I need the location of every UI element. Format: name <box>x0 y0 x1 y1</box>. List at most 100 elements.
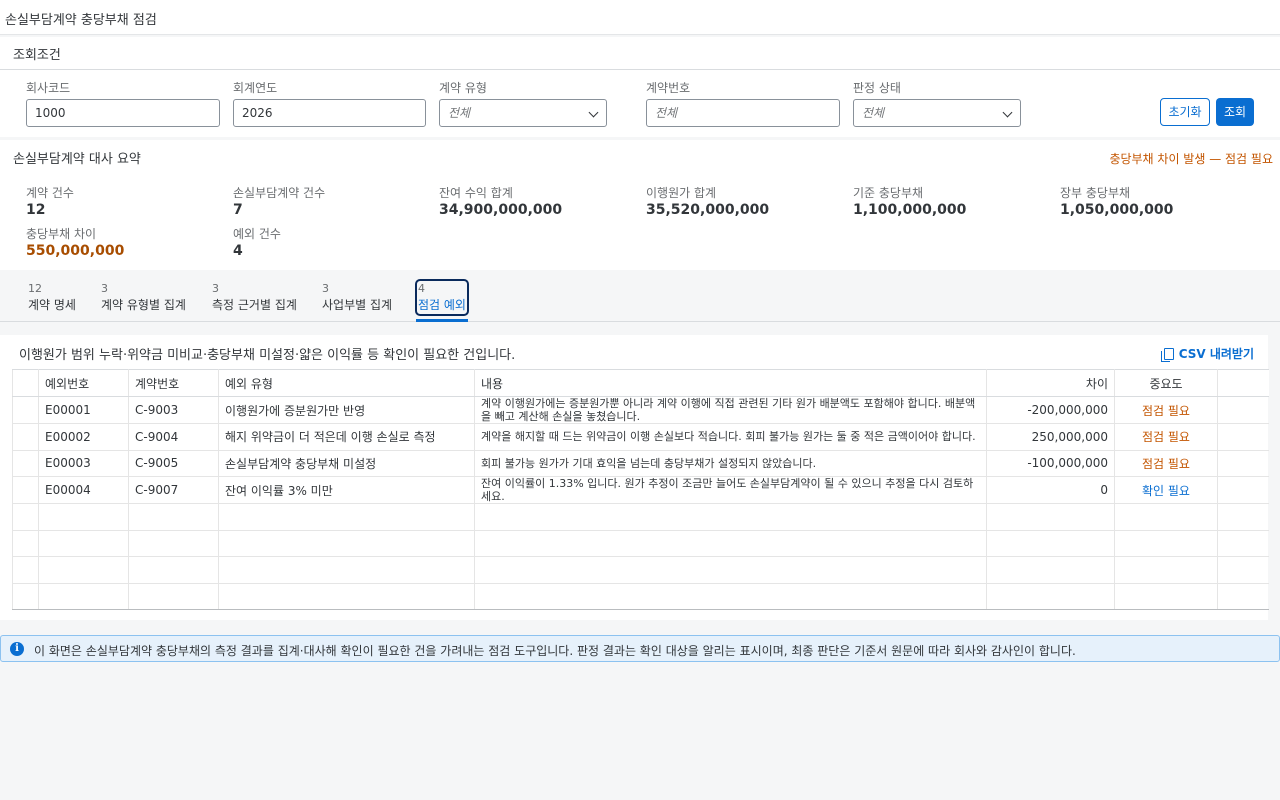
column-header[interactable]: 예외 유형 <box>218 369 475 397</box>
filler-cell <box>1217 503 1269 531</box>
detail-cell: 잔여 이익률이 1.33% 입니다. 원가 추정이 조금만 늘어도 손실부담계약… <box>474 476 987 504</box>
kpi-label: 손실부담계약 건수 <box>233 186 326 200</box>
row-selector <box>12 503 39 531</box>
tab-exceptions[interactable]: 4 점검 예외 <box>415 279 469 316</box>
filter-panel: 조회조건 회사코드 1000 회계연도 2026 계약 유형 전체 계약번호 전… <box>0 37 1280 137</box>
empty-cell <box>218 556 475 584</box>
kpi-value: 35,520,000,000 <box>646 202 770 218</box>
tab-count: 3 <box>322 282 329 295</box>
info-message-text: 이 화면은 손실부담계약 충당부채의 측정 결과를 집계·대사해 확인이 필요한… <box>34 644 1076 658</box>
exception-type-cell: 잔여 이익률 3% 미만 <box>218 476 475 504</box>
empty-cell <box>474 529 987 557</box>
contract-no-input[interactable]: 전체 <box>646 99 840 127</box>
empty-cell <box>474 503 987 531</box>
column-header[interactable]: 계약번호 <box>128 369 219 397</box>
contract-type-select[interactable]: 전체 <box>439 99 607 127</box>
row-selector[interactable] <box>12 423 39 451</box>
row-selector[interactable] <box>12 476 39 504</box>
column-header[interactable]: 차이 <box>986 369 1115 397</box>
exception-id-cell: E00004 <box>38 476 129 504</box>
kpi-label: 충당부채 차이 <box>26 227 97 241</box>
detail-text: 계약 이행원가에는 증분원가뿐 아니라 계약 이행에 직접 관련된 기타 원가 … <box>481 397 976 423</box>
company-code-label: 회사코드 <box>26 81 71 95</box>
column-header[interactable]: 내용 <box>474 369 987 397</box>
difference-cell: 0 <box>986 476 1115 504</box>
fiscal-year-field: 회계연도 2026 <box>233 79 426 127</box>
kpi-fulfilment-cost: 이행원가 합계 35,520,000,000 <box>646 184 769 218</box>
chevron-down-icon <box>588 107 599 118</box>
info-message-strip: i 이 화면은 손실부담계약 충당부채의 측정 결과를 집계·대사해 확인이 필… <box>0 635 1280 662</box>
empty-cell <box>986 582 1115 610</box>
kpi-value: 550,000,000 <box>26 243 125 259</box>
title-bar: 손실부담계약 충당부채 점검 <box>0 0 1280 35</box>
row-selector[interactable] <box>12 449 39 477</box>
empty-cell <box>986 529 1115 557</box>
csv-download-button[interactable]: CSV 내려받기 <box>1160 345 1254 362</box>
filler-cell <box>1217 476 1269 504</box>
filler-cell <box>1217 529 1269 557</box>
chevron-down-icon <box>1002 107 1013 118</box>
kpi-book-provision: 장부 충당부채 1,050,000,000 <box>1060 184 1173 218</box>
empty-cell <box>128 529 219 557</box>
contract-no-cell: C-9007 <box>128 476 219 504</box>
difference-cell: -200,000,000 <box>986 396 1115 424</box>
divider <box>0 69 1280 70</box>
row-selector[interactable] <box>12 396 39 424</box>
severity-cell: 점검 필요 <box>1114 423 1218 451</box>
kpi-onerous-count: 손실부담계약 건수 7 <box>233 184 325 218</box>
tab-count: 3 <box>101 282 108 295</box>
table-row[interactable]: E00003 C-9005 손실부담계약 충당부채 미설정 회피 불가능 원가가… <box>12 449 1269 477</box>
summary-title: 손실부담계약 대사 요약 <box>13 152 141 167</box>
empty-cell <box>128 556 219 584</box>
column-header[interactable]: 예외번호 <box>38 369 129 397</box>
severity-cell: 점검 필요 <box>1114 449 1218 477</box>
detail-text: 회피 불가능 원가가 기대 효익을 넘는데 충당부채가 설정되지 않았습니다. <box>481 456 817 470</box>
detail-cell: 계약 이행원가에는 증분원가뿐 아니라 계약 이행에 직접 관련된 기타 원가 … <box>474 396 987 424</box>
search-button[interactable]: 조회 <box>1216 98 1254 126</box>
contract-type-label: 계약 유형 <box>439 81 487 95</box>
empty-row <box>12 529 1269 557</box>
kpi-standard-provision: 기준 충당부채 1,100,000,000 <box>853 184 966 218</box>
kpi-value: 12 <box>26 202 46 218</box>
table-row[interactable]: E00002 C-9004 해지 위약금이 더 적은데 이행 손실로 측정 계약… <box>12 423 1269 451</box>
active-tab-indicator <box>416 319 468 322</box>
severity-cell: 점검 필요 <box>1114 396 1218 424</box>
column-header[interactable]: 중요도 <box>1114 369 1218 397</box>
severity-cell: 확인 필요 <box>1114 476 1218 504</box>
detail-cell: 계약을 해지할 때 드는 위약금이 이행 손실보다 적습니다. 회피 불가능 원… <box>474 423 987 451</box>
difference-cell: -100,000,000 <box>986 449 1115 477</box>
contract-no-field: 계약번호 전체 <box>646 79 840 127</box>
exceptions-panel: 이행원가 범위 누락·위약금 미비교·충당부채 미설정·얇은 이익률 등 확인이… <box>0 335 1269 620</box>
tab-label: 사업부별 집계 <box>322 298 393 312</box>
csv-download-label: CSV 내려받기 <box>1178 347 1254 361</box>
contract-no-cell: C-9003 <box>128 396 219 424</box>
empty-cell <box>1114 582 1218 610</box>
reset-button[interactable]: 초기화 <box>1160 98 1210 126</box>
exception-type-cell: 이행원가에 증분원가만 반영 <box>218 396 475 424</box>
tab-by-business-unit[interactable]: 3 사업부별 집계 <box>322 282 392 313</box>
kpi-remaining-revenue: 잔여 수익 합계 34,900,000,000 <box>439 184 562 218</box>
tab-by-measurement-basis[interactable]: 3 측정 근거별 집계 <box>212 282 297 313</box>
exception-type-cell: 손실부담계약 충당부채 미설정 <box>218 449 475 477</box>
difference-cell: 250,000,000 <box>986 423 1115 451</box>
empty-cell <box>986 556 1115 584</box>
company-code-input[interactable]: 1000 <box>26 99 220 127</box>
kpi-value: 1,100,000,000 <box>853 202 967 218</box>
contract-no-label: 계약번호 <box>646 81 691 95</box>
tab-by-contract-type[interactable]: 3 계약 유형별 집계 <box>101 282 186 313</box>
empty-cell <box>1114 503 1218 531</box>
detail-cell: 회피 불가능 원가가 기대 효익을 넘는데 충당부채가 설정되지 않았습니다. <box>474 449 987 477</box>
tab-contract-details[interactable]: 12 계약 명세 <box>28 282 76 313</box>
summary-alert: 충당부채 차이 발생 — 점검 필요 <box>1109 152 1273 166</box>
empty-cell <box>38 582 129 610</box>
table-row[interactable]: E00001 C-9003 이행원가에 증분원가만 반영 계약 이행원가에는 증… <box>12 396 1269 424</box>
fiscal-year-input[interactable]: 2026 <box>233 99 426 127</box>
kpi-value: 7 <box>233 202 243 218</box>
table-row[interactable]: E00004 C-9007 잔여 이익률 3% 미만 잔여 이익률이 1.33%… <box>12 476 1269 504</box>
empty-cell <box>38 503 129 531</box>
empty-cell <box>1114 556 1218 584</box>
exception-type-cell: 해지 위약금이 더 적은데 이행 손실로 측정 <box>218 423 475 451</box>
kpi-value: 4 <box>233 243 243 259</box>
judgment-status-select[interactable]: 전체 <box>853 99 1021 127</box>
empty-cell <box>218 582 475 610</box>
